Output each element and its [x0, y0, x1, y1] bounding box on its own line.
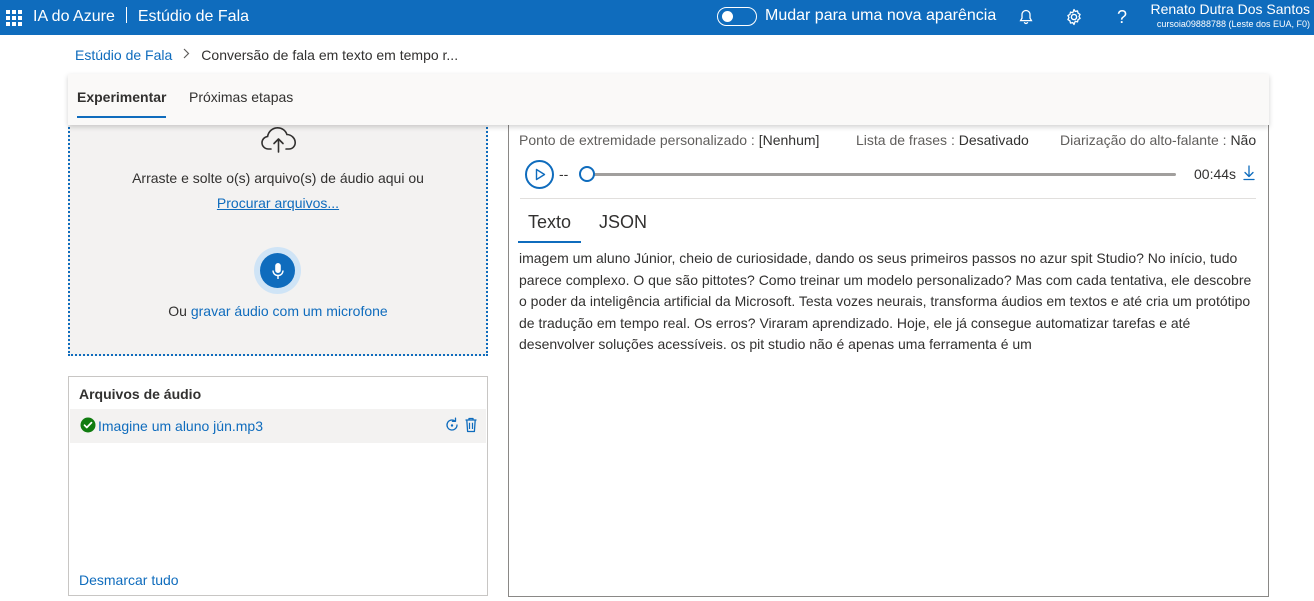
play-button[interactable]	[525, 160, 554, 189]
breadcrumb-root-link[interactable]: Estúdio de Fala	[75, 47, 172, 63]
brand-divider	[125, 7, 127, 23]
user-account-menu[interactable]: Renato Dutra Dos Santos cursoia09888788 …	[1150, 1, 1310, 31]
user-name: Renato Dutra Dos Santos	[1150, 1, 1310, 17]
new-look-toggle-label: Mudar para uma nova aparência	[765, 7, 997, 24]
microphone-icon	[260, 253, 295, 288]
tab-json[interactable]: JSON	[599, 212, 647, 233]
new-look-toggle[interactable]	[717, 7, 757, 26]
waffle-icon[interactable]	[6, 10, 22, 26]
download-icon[interactable]	[1243, 165, 1255, 181]
page-tabs: Experimentar Próximas etapas	[68, 74, 1269, 125]
custom-endpoint-info: Ponto de extremidade personalizado : [Ne…	[519, 132, 819, 148]
bell-icon[interactable]	[1016, 7, 1036, 27]
record-microphone-text: Ou gravar áudio com um microfone	[70, 303, 486, 319]
help-icon[interactable]: ?	[1112, 7, 1132, 27]
deselect-all-link[interactable]: Desmarcar tudo	[79, 572, 179, 588]
tab-experimentar[interactable]: Experimentar	[77, 89, 167, 118]
audio-files-panel: Arquivos de áudio Imagine um aluno jún.m…	[68, 376, 488, 596]
user-account: cursoia09888788 (Leste dos EUA, F0)	[1156, 19, 1310, 29]
chevron-right-icon	[183, 48, 190, 62]
breadcrumb: Estúdio de Fala Conversão de fala em tex…	[75, 47, 458, 63]
phrase-list-label: Lista de frases :	[856, 132, 955, 148]
playback-slider-track[interactable]	[586, 173, 1176, 176]
top-bar: IA do Azure Estúdio de Fala Mudar para um…	[0, 0, 1314, 35]
delete-icon[interactable]	[463, 416, 479, 434]
audio-dropzone[interactable]: Arraste e solte o(s) arquivo(s) de áudio…	[68, 100, 488, 356]
brand-title[interactable]: IA do Azure Estúdio de Fala	[33, 7, 249, 26]
toggle-knob	[722, 11, 733, 22]
success-check-icon	[80, 417, 96, 433]
divider	[520, 198, 1256, 199]
custom-endpoint-value: [Nenhum]	[758, 132, 820, 148]
current-time: --	[559, 166, 569, 182]
diarization-label: Diarização do alto-falante :	[1060, 132, 1227, 148]
audio-file-name[interactable]: Imagine um aluno jún.mp3	[98, 418, 263, 434]
playback-slider-thumb[interactable]	[579, 166, 595, 182]
breadcrumb-current: Conversão de fala em texto em tempo r...	[201, 47, 459, 63]
dropzone-browse-wrapper: Procurar arquivos...	[70, 195, 486, 211]
mic-prefix: Ou	[168, 303, 187, 319]
studio-name[interactable]: Estúdio de Fala	[138, 8, 249, 25]
duration-label: 00:44s	[1194, 166, 1237, 182]
tab-texto[interactable]: Texto	[517, 212, 582, 243]
transcription-result-panel: Ponto de extremidade personalizado : [Ne…	[508, 100, 1269, 597]
dropzone-instructions: Arraste e solte o(s) arquivo(s) de áudio…	[132, 170, 424, 186]
diarization-info: Diarização do alto-falante : Não	[1060, 132, 1256, 148]
list-item[interactable]: Imagine um aluno jún.mp3	[70, 409, 486, 443]
record-microphone-link[interactable]: gravar áudio com um microfone	[191, 303, 388, 319]
diarization-value: Não	[1230, 132, 1257, 148]
phrase-list-value: Desativado	[958, 132, 1029, 148]
play-icon	[535, 168, 546, 181]
audio-files-header: Arquivos de áudio	[79, 386, 202, 402]
record-microphone-button[interactable]	[254, 247, 301, 294]
product-name[interactable]: IA do Azure	[33, 8, 115, 25]
browse-files-link[interactable]: Procurar arquivos...	[217, 195, 339, 211]
transcript-text: imagem um aluno Júnior, cheio de curiosi…	[519, 250, 1252, 352]
tab-proximas-etapas[interactable]: Próximas etapas	[189, 89, 293, 105]
refresh-icon[interactable]	[444, 416, 460, 434]
cloud-upload-icon	[261, 126, 297, 153]
custom-endpoint-label: Ponto de extremidade personalizado :	[519, 132, 755, 148]
phrase-list-info: Lista de frases : Desativado	[856, 132, 1029, 148]
gear-icon[interactable]	[1064, 7, 1084, 27]
